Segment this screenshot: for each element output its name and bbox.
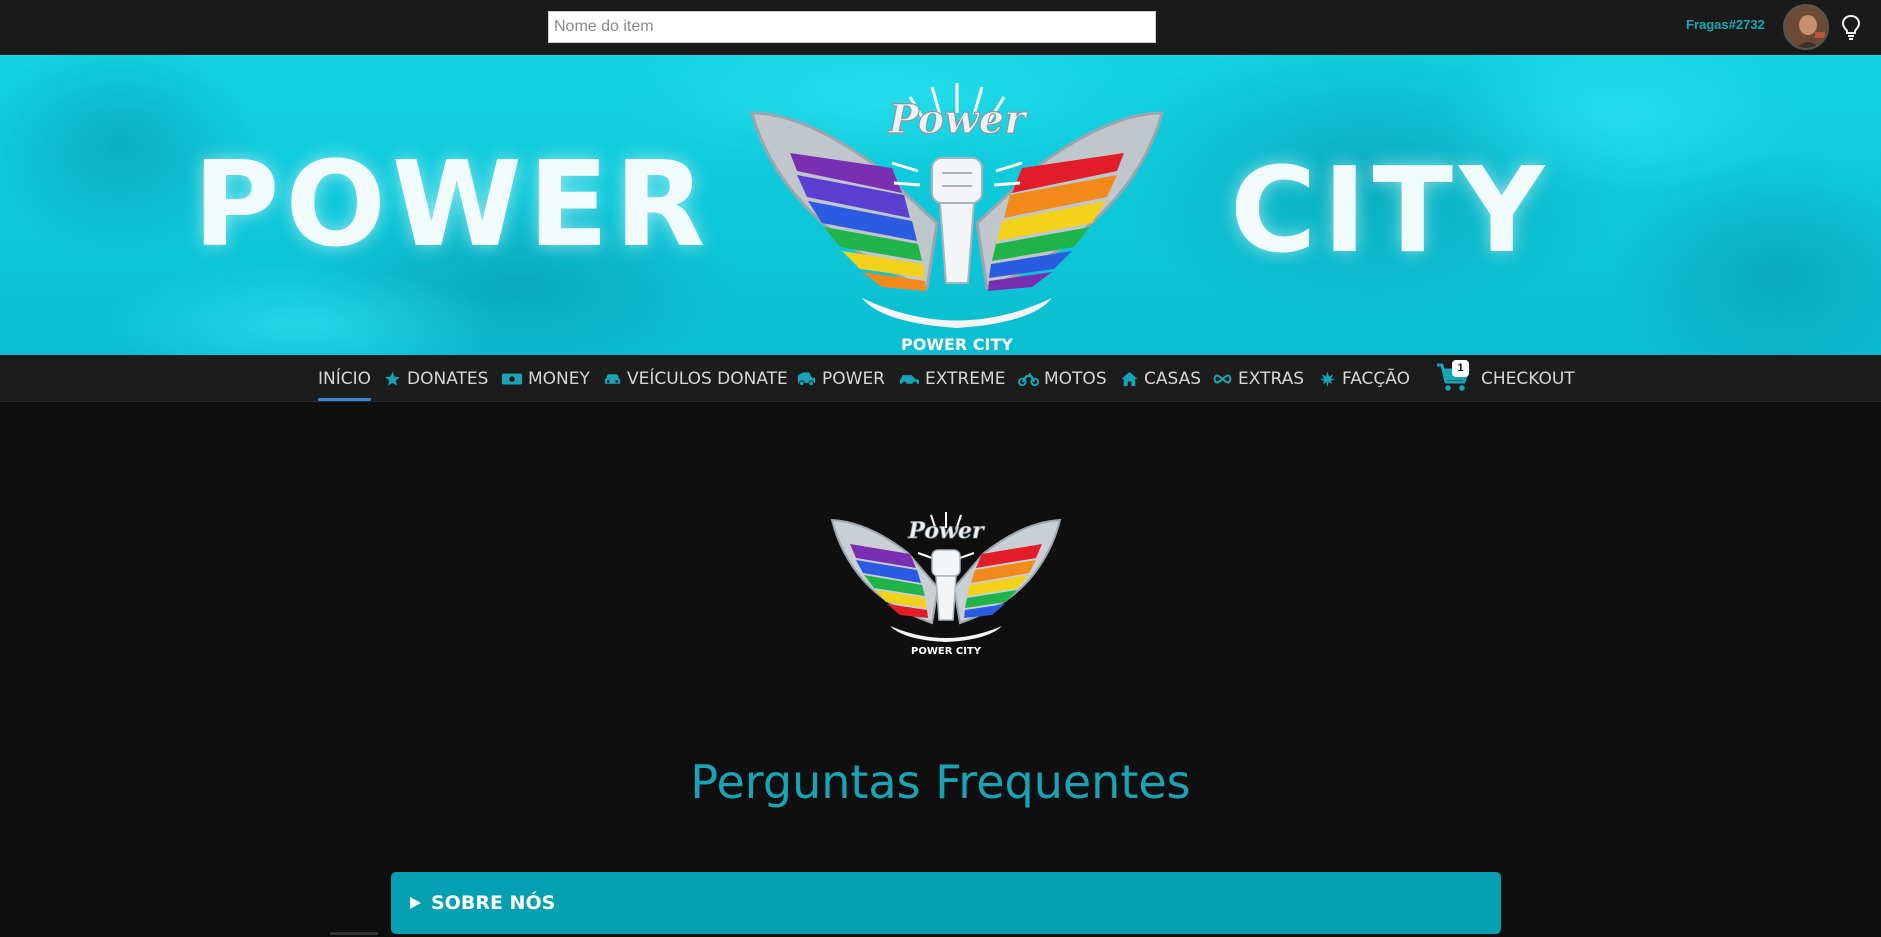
nav-label: EXTRAS (1238, 369, 1305, 389)
money-icon (501, 373, 523, 385)
nav-item-checkout[interactable]: CHECKOUT (1481, 367, 1575, 391)
center-logo: Power POWER CITY (830, 512, 1062, 656)
nav-label: EXTREME (925, 369, 1006, 389)
nav-label: MOTOS (1044, 369, 1107, 389)
nav-label: INÍCIO (318, 369, 372, 389)
logo-caption-text: POWER CITY (911, 646, 982, 656)
nav-label: POWER (822, 369, 885, 389)
logo-script-text: Power (907, 518, 985, 544)
nav-label: VEÍCULOS DONATE (627, 369, 788, 389)
username-link[interactable]: Fragas#2732 (1686, 17, 1765, 32)
avatar-image (1785, 6, 1827, 48)
top-bar: Fragas#2732 (0, 0, 1881, 55)
nav-label: CASAS (1144, 369, 1202, 389)
nav-item-extreme[interactable]: EXTREME (899, 367, 1005, 391)
lightbulb-icon[interactable] (1840, 14, 1862, 40)
logo-base (862, 298, 1052, 328)
cart-count-badge: 1 (1452, 360, 1469, 377)
nav-item-power[interactable]: POWER (796, 367, 885, 391)
star-icon (385, 371, 400, 386)
hero-banner: POWER CITY Power POWER CITY (0, 55, 1881, 355)
nav-item-veiculos-donate[interactable]: VEÍCULOS DONATE (603, 367, 788, 391)
faq-item-sobre-nos[interactable]: SOBRE NÓS (391, 872, 1501, 934)
logo-script-text: Power (888, 96, 1029, 143)
nav-item-inicio[interactable]: INÍCIO (318, 367, 372, 401)
nav-item-motos[interactable]: MOTOS (1018, 367, 1107, 391)
main-nav: INÍCIO DONATES MONEY VEÍCULOS DONATE POW… (0, 355, 1881, 402)
nav-item-casas[interactable]: CASAS (1120, 367, 1201, 391)
fist-icon (931, 157, 983, 284)
power-city-logo: Power POWER CITY (750, 83, 1164, 354)
leaf-icon (1319, 371, 1336, 387)
nav-item-money[interactable]: MONEY (501, 367, 590, 391)
car-icon (604, 374, 621, 384)
nav-item-extras[interactable]: EXTRAS (1212, 367, 1304, 391)
infinity-icon (1213, 374, 1232, 384)
user-avatar[interactable] (1783, 4, 1829, 50)
divider (330, 932, 378, 935)
nav-item-donates[interactable]: DONATES (383, 367, 488, 391)
banner-title-right: CITY (1230, 141, 1551, 279)
nav-item-faccao[interactable]: FACÇÃO (1318, 367, 1410, 391)
nav-label: CHECKOUT (1481, 369, 1575, 389)
car-side-icon (899, 375, 920, 386)
expand-triangle-icon (410, 897, 421, 909)
nav-label: DONATES (407, 369, 489, 389)
truck-icon (797, 372, 816, 387)
faq-title: Perguntas Frequentes (690, 755, 1191, 809)
nav-label: FACÇÃO (1342, 369, 1410, 389)
faq-item-label: SOBRE NÓS (431, 892, 556, 914)
search-input[interactable] (548, 11, 1156, 43)
home-icon (1121, 371, 1138, 387)
motorcycle-icon (1018, 372, 1039, 387)
logo-base (890, 626, 1002, 642)
banner-title-left: POWER (193, 135, 712, 273)
nav-label: MONEY (528, 369, 590, 389)
fist-icon (931, 549, 961, 621)
logo-caption-text: POWER CITY (901, 335, 1013, 354)
